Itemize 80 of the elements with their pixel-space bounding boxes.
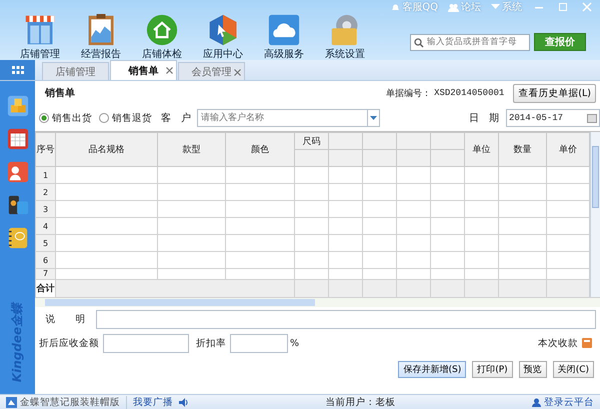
column-header: 品名规格 — [56, 132, 158, 166]
maximize-icon[interactable] — [556, 2, 570, 12]
calendar-icon[interactable] — [587, 114, 597, 122]
form-button[interactable]: 保存并新增(S) — [398, 361, 466, 378]
doc-number-label: 单据编号： — [386, 88, 432, 100]
customer-field[interactable]: 请输入客户名称 — [197, 109, 368, 127]
percent-sign: % — [290, 338, 300, 348]
broadcast-link[interactable]: 我要广播 — [133, 396, 173, 408]
dropdown-button[interactable] — [368, 109, 380, 127]
search-field[interactable]: 输入货品或拼音首字母 — [410, 34, 530, 50]
column-header: 颜色 — [226, 132, 294, 166]
radio-option[interactable]: 销售出货 — [39, 112, 92, 124]
hexagon-icon[interactable] — [207, 14, 239, 46]
date-field[interactable]: 2014-05-17 — [506, 109, 600, 127]
receive-label: 本次收款 — [538, 336, 578, 350]
column-header: 序号 — [36, 132, 56, 166]
product-name: 金蝶智慧记服装鞋帽版 — [6, 396, 127, 408]
form-button[interactable]: 打印(P) — [472, 361, 513, 378]
caret-icon[interactable] — [491, 4, 500, 10]
bell-icon[interactable] — [391, 2, 400, 12]
radio-option[interactable]: 销售退货 — [99, 112, 152, 124]
radio-dot[interactable] — [39, 113, 49, 123]
row-number: 6 — [36, 252, 56, 268]
row-number: 7 — [36, 268, 56, 280]
home-icon[interactable] — [146, 14, 178, 46]
row-number: 5 — [36, 234, 56, 252]
phone-icon[interactable] — [6, 194, 28, 216]
toolbar-label[interactable]: 店铺管理 — [20, 47, 60, 61]
price-button[interactable]: 查报价 — [534, 33, 586, 51]
tab[interactable]: 店铺管理 — [42, 62, 109, 80]
column-header: 单价 — [546, 132, 590, 166]
column-header: 尺码 — [294, 132, 328, 150]
calculator-icon[interactable] — [582, 338, 592, 348]
row-number: 3 — [36, 200, 56, 218]
toolbar-label[interactable]: 经营报告 — [81, 47, 121, 61]
form-button[interactable]: 关闭(C) — [552, 361, 594, 378]
user-icon — [532, 398, 541, 406]
current-user: 当前用户：老板 — [326, 396, 396, 408]
column-header: 款型 — [158, 132, 226, 166]
form-button[interactable]: 预览 — [518, 361, 547, 378]
customer-label: 客 户 — [161, 112, 191, 125]
tab[interactable]: 销售单 — [110, 60, 177, 80]
column-header: 单位 — [464, 132, 498, 166]
tab[interactable]: 会员管理 — [178, 62, 245, 80]
cloud-icon[interactable] — [268, 14, 300, 46]
speaker-icon[interactable] — [179, 398, 189, 406]
note-label: 说 明 — [44, 312, 86, 326]
total-label: 合计 — [36, 280, 56, 297]
store-icon[interactable] — [24, 14, 56, 46]
column-header: 数量 — [498, 132, 546, 166]
grid-menu-icon[interactable] — [0, 60, 35, 80]
calendar-icon[interactable] — [6, 128, 28, 150]
note-field[interactable] — [96, 310, 596, 328]
discount-field[interactable] — [230, 334, 288, 352]
row-number: 2 — [36, 184, 56, 200]
row-number: 4 — [36, 218, 56, 234]
notebook-icon[interactable] — [6, 227, 28, 249]
toolbar-label[interactable]: 应用中心 — [203, 47, 243, 61]
amount-label: 折后应收金额 — [39, 336, 99, 350]
close-icon[interactable] — [166, 67, 173, 74]
logo-icon — [6, 396, 17, 408]
toolbar-label[interactable]: 系统设置 — [325, 47, 365, 61]
caret-icon — [370, 116, 377, 120]
row-number: 1 — [36, 166, 56, 184]
amount-field[interactable] — [103, 334, 189, 352]
horizontal-scrollbar[interactable] — [35, 297, 600, 307]
history-button[interactable]: 查看历史单据(L) — [513, 84, 596, 102]
date-label: 日 期 — [469, 112, 499, 125]
toolbar-label[interactable]: 店铺体检 — [142, 47, 182, 61]
toolbar-label[interactable]: 高级服务 — [264, 47, 304, 61]
radio-dot[interactable] — [99, 113, 109, 123]
doc-number: XSD2014050001 — [434, 88, 504, 98]
discount-label: 折扣率 — [196, 336, 226, 350]
vertical-scrollbar[interactable] — [590, 132, 600, 297]
form-title: 销售单 — [45, 86, 75, 100]
close-icon[interactable] — [234, 69, 241, 76]
contact-card-icon[interactable] — [6, 161, 28, 183]
login-link[interactable]: 登录云平台 — [532, 396, 594, 408]
boxes-icon[interactable] — [6, 95, 28, 117]
users-icon[interactable] — [448, 2, 459, 12]
